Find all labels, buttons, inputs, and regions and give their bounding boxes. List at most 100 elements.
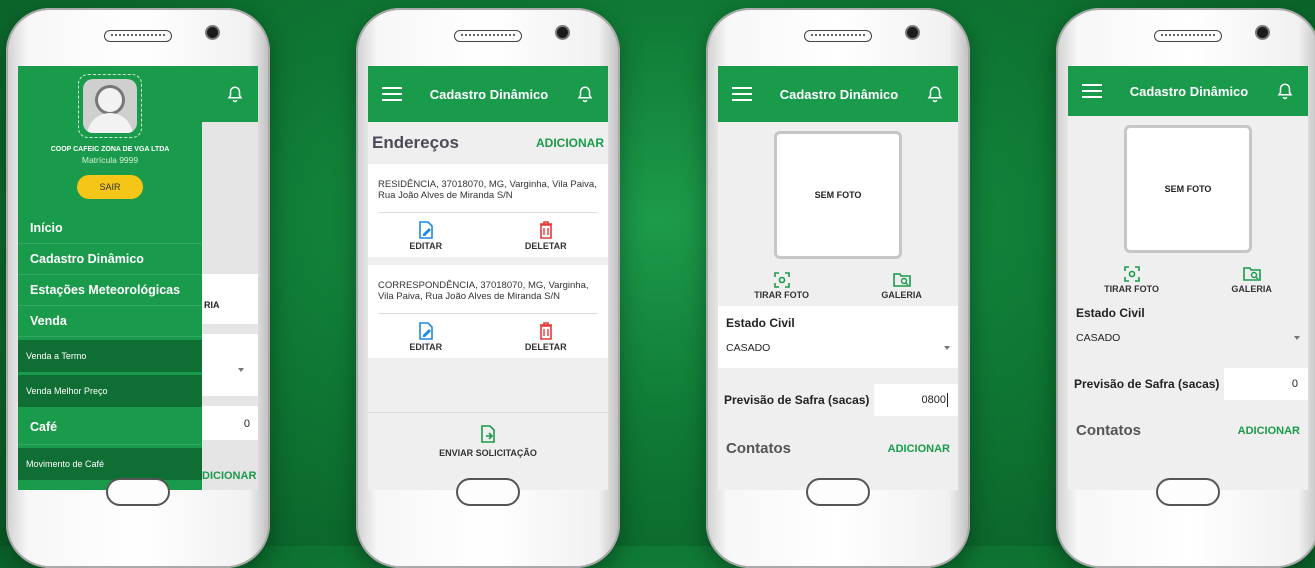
bell-icon[interactable] xyxy=(926,85,944,103)
estado-civil-select[interactable]: CASADO xyxy=(718,336,958,368)
app-bar: Cadastro Dinâmico xyxy=(1068,66,1308,116)
gallery-button[interactable]: GALERIA xyxy=(1231,266,1272,294)
bell-icon[interactable] xyxy=(226,85,244,103)
speaker xyxy=(454,30,522,42)
trash-icon xyxy=(539,321,552,340)
add-contact-button[interactable]: ADICIONAR xyxy=(1238,425,1300,437)
front-camera xyxy=(905,25,920,40)
galeria-fragment: RIA xyxy=(204,300,220,310)
speaker xyxy=(104,30,172,42)
avatar-frame[interactable] xyxy=(78,74,142,138)
speaker xyxy=(804,30,872,42)
safra-input[interactable]: 0 xyxy=(1224,368,1308,400)
menu-item-movimento-de-cafe[interactable]: Movimento de Café xyxy=(18,448,202,480)
matricula: Matrícula 9999 xyxy=(81,155,139,165)
menu-icon[interactable] xyxy=(382,87,402,101)
delete-label: DELETAR xyxy=(524,341,567,352)
send-request-label: ENVIAR SOLICITAÇÃO xyxy=(439,448,537,458)
photo-placeholder[interactable]: SEM FOTO xyxy=(1124,125,1252,253)
safra-row: Previsão de Safra (sacas) 0800 xyxy=(718,378,958,422)
phone-profile-edit: Cadastro Dinâmico SEM FOTO TIRAR FOTO GA… xyxy=(706,8,970,568)
front-camera xyxy=(555,25,570,40)
gallery-label: GALERIA xyxy=(881,290,922,300)
bell-icon[interactable] xyxy=(1276,82,1294,100)
section-title: Endereços xyxy=(372,133,459,152)
address-card: CORRESPONDÊNCIA, 37018070, MG, Varginha,… xyxy=(368,264,608,358)
edit-label: EDITAR xyxy=(409,341,443,352)
page-title: Cadastro Dinâmico xyxy=(429,86,549,102)
dropdown-caret-icon xyxy=(1294,336,1300,340)
photo-actions: TIRAR FOTO GALERIA xyxy=(718,268,958,306)
add-address-button[interactable]: ADICIONAR xyxy=(536,136,604,150)
menu-item-venda-melhor-preco[interactable]: Venda Melhor Preço xyxy=(18,375,202,407)
bg-card xyxy=(202,274,258,324)
address-text: CORRESPONDÊNCIA, 37018070, MG, Varginha,… xyxy=(378,265,598,314)
photo-area: SEM FOTO xyxy=(718,122,958,268)
background-screen: RIA 0 DICIONAR xyxy=(202,66,258,490)
camera-focus-icon xyxy=(1123,266,1140,282)
phone-profile: Cadastro Dinâmico SEM FOTO TIRAR FOTO GA… xyxy=(1056,8,1315,568)
safra-input[interactable]: 0800 xyxy=(874,384,958,416)
add-contact-button[interactable]: ADICIONAR xyxy=(888,443,950,455)
page-title: Cadastro Dinâmico xyxy=(779,86,899,102)
edit-button[interactable]: EDITAR xyxy=(409,321,443,352)
home-button[interactable] xyxy=(456,478,520,506)
estado-civil-label: Estado Civil xyxy=(726,316,795,330)
gallery-search-icon xyxy=(1242,267,1261,281)
bell-icon[interactable] xyxy=(576,85,594,103)
screen: Cadastro Dinâmico SEM FOTO TIRAR FOTO GA… xyxy=(718,66,958,490)
send-request-button[interactable]: ENVIAR SOLICITAÇÃO xyxy=(368,412,608,485)
addresses-header: Endereços ADICIONAR xyxy=(368,122,608,164)
address-text: RESIDÊNCIA, 37018070, MG, Varginha, Vila… xyxy=(378,164,598,213)
trash-icon xyxy=(539,221,552,239)
contatos-title: Contatos xyxy=(726,440,791,457)
edit-label: EDITAR xyxy=(409,240,443,251)
adicionar-fragment: DICIONAR xyxy=(202,470,257,482)
menu-item-venda[interactable]: Venda xyxy=(18,306,202,337)
send-document-icon xyxy=(481,425,495,443)
avatar xyxy=(83,79,137,133)
estado-civil-select[interactable]: CASADO xyxy=(1068,326,1308,358)
photo-area: SEM FOTO xyxy=(1068,116,1308,262)
safra-label: Previsão de Safra (sacas) xyxy=(1074,377,1220,391)
edit-icon xyxy=(418,221,433,239)
safra-row: Previsão de Safra (sacas) 0 xyxy=(1068,362,1308,406)
take-photo-button[interactable]: TIRAR FOTO xyxy=(1104,266,1159,294)
phone-addresses: Cadastro Dinâmico Endereços ADICIONAR RE… xyxy=(356,8,620,568)
contatos-header: Contatos ADICIONAR xyxy=(718,426,958,471)
camera-focus-icon xyxy=(773,272,790,288)
menu-item-venda-a-termo[interactable]: Venda a Termo xyxy=(18,340,202,372)
home-button[interactable] xyxy=(806,478,870,506)
edit-icon xyxy=(418,321,433,340)
menu-item-inicio[interactable]: Início xyxy=(18,213,202,244)
delete-button[interactable]: DELETAR xyxy=(525,221,567,251)
dropdown-caret-icon xyxy=(238,368,244,372)
take-photo-label: TIRAR FOTO xyxy=(1104,284,1159,294)
menu-item-estacoes[interactable]: Estações Meteorológicas xyxy=(18,275,202,306)
contatos-header: Contatos ADICIONAR xyxy=(1068,408,1308,453)
estado-civil-card: Estado Civil CASADO xyxy=(718,306,958,368)
menu-icon[interactable] xyxy=(1082,84,1102,98)
estado-civil-value: CASADO xyxy=(1076,332,1121,344)
dropdown-caret-icon xyxy=(944,346,950,350)
app-bar: Cadastro Dinâmico xyxy=(368,66,608,122)
home-button[interactable] xyxy=(1156,478,1220,506)
delete-button[interactable]: DELETAR xyxy=(524,321,567,352)
contatos-title: Contatos xyxy=(1076,422,1141,439)
take-photo-button[interactable]: TIRAR FOTO xyxy=(754,272,809,300)
gallery-button[interactable]: GALERIA xyxy=(881,272,922,300)
menu-item-cafe[interactable]: Café xyxy=(18,410,202,445)
address-actions: EDITAR DELETAR xyxy=(368,213,608,257)
front-camera xyxy=(1255,25,1270,40)
page-title: Cadastro Dinâmico xyxy=(1129,83,1249,99)
safra-value: 0800 xyxy=(921,394,946,406)
photo-placeholder[interactable]: SEM FOTO xyxy=(774,131,902,259)
home-button[interactable] xyxy=(106,478,170,506)
logout-button[interactable]: SAIR xyxy=(77,175,143,199)
front-camera xyxy=(205,25,220,40)
estado-civil-label: Estado Civil xyxy=(1076,306,1145,320)
menu-item-cadastro-dinamico[interactable]: Cadastro Dinâmico xyxy=(18,244,202,275)
screen: Cadastro Dinâmico Endereços ADICIONAR RE… xyxy=(368,66,608,490)
menu-icon[interactable] xyxy=(732,87,752,101)
edit-button[interactable]: EDITAR xyxy=(409,221,442,251)
